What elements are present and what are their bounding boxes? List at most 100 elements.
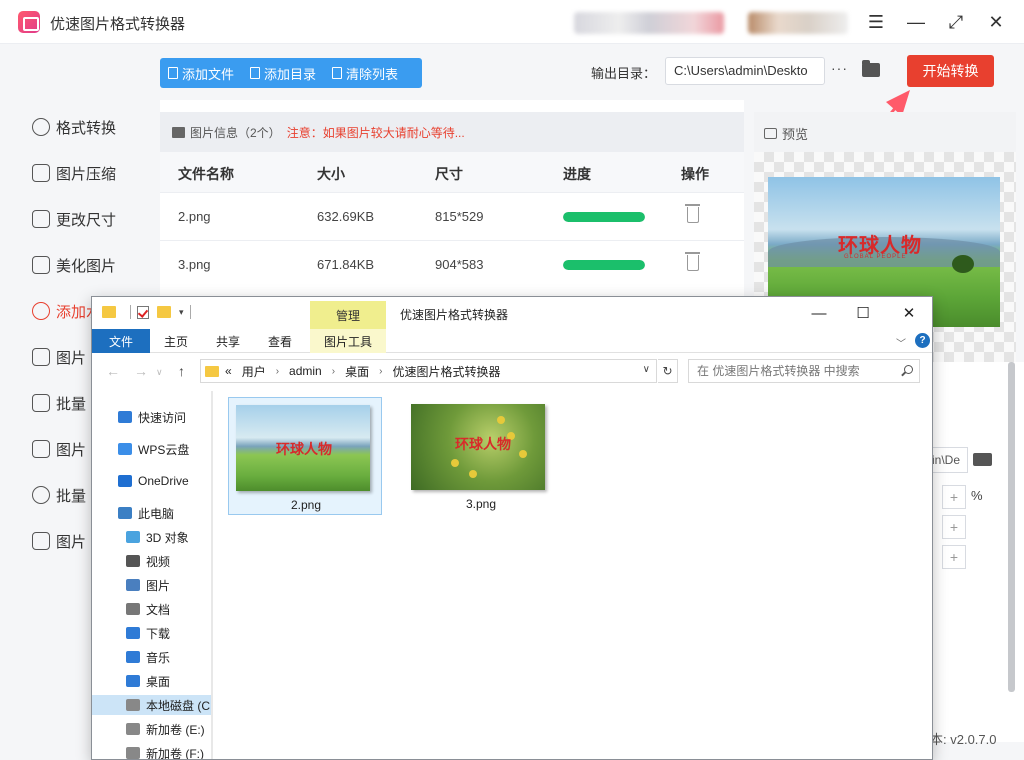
breadcrumb[interactable]: 桌面 [345, 363, 369, 380]
breadcrumb[interactable]: 优速图片格式转换器 [392, 363, 500, 380]
more-button[interactable]: ··· [831, 60, 848, 76]
sidebar-item-beautify[interactable]: 美化图片 [32, 253, 116, 277]
add-directory-button[interactable]: 添加目录 [242, 58, 324, 88]
nav-item[interactable]: 新加卷 (E:) [126, 719, 205, 739]
folder-icon[interactable] [102, 306, 116, 318]
increment-button[interactable]: + [942, 515, 966, 539]
tab-picture-tools[interactable]: 图片工具 [310, 329, 386, 353]
refresh-icon[interactable]: ↻ [658, 359, 678, 383]
file-item[interactable]: 环球人物 2.png [228, 397, 382, 515]
close-button[interactable]: ✕ [982, 8, 1010, 36]
col-action: 操作 [681, 166, 709, 182]
nav-item[interactable]: 下载 [126, 623, 170, 643]
address-row: ← → ∨ ↑ « 用户 › admin › 桌面 › 优速图片格式转换器 ∨ … [92, 353, 932, 391]
folder-icon[interactable] [973, 453, 992, 466]
minimize-button[interactable]: — [804, 301, 834, 325]
manage-tab[interactable]: 管理 [310, 301, 386, 329]
new-folder-icon[interactable] [157, 306, 171, 318]
clear-list-button[interactable]: 清除列表 [324, 58, 406, 88]
increment-button[interactable]: + [942, 485, 966, 509]
desktop-icon [126, 675, 140, 687]
version-label: 本: v2.0.7.0 [930, 732, 997, 747]
ribbon-tabs: 文件 主页 共享 查看 图片工具 ﹀ ? [92, 329, 932, 353]
nav-item[interactable]: 新加卷 (F:) [126, 743, 204, 759]
disk-icon [126, 747, 140, 759]
address-bar[interactable]: « 用户 › admin › 桌面 › 优速图片格式转换器 ∨ [200, 359, 657, 383]
blurred-user-info [574, 12, 724, 34]
file-name: 2.png [290, 498, 322, 512]
breadcrumb[interactable]: 用户 [242, 363, 266, 380]
close-button[interactable]: ✕ [894, 301, 924, 325]
nav-item[interactable]: 桌面 [126, 671, 170, 691]
tab-share[interactable]: 共享 [208, 329, 248, 353]
quick-access-toolbar: ▾ [102, 305, 197, 319]
sidebar-item-batch-rotate[interactable]: 批量 [32, 483, 86, 507]
nav-item[interactable]: 本地磁盘 (C [92, 695, 212, 715]
search-icon[interactable] [904, 365, 913, 374]
watermark-path-input[interactable]: in\De [930, 447, 968, 473]
search-input[interactable]: 在 优速图片格式转换器 中搜索 [688, 359, 920, 383]
table-row[interactable]: 3.png 671.84KB 904*583 [160, 240, 744, 288]
file-dimensions: 904*583 [435, 257, 484, 272]
sidebar-item-resize[interactable]: 更改尺寸 [32, 207, 116, 231]
file-toolbar: 添加文件 添加目录 清除列表 [160, 58, 422, 88]
nav-item[interactable]: 此电脑 [118, 503, 174, 523]
maximize-button[interactable]: ⤢ [942, 8, 970, 36]
minimize-button[interactable]: — [902, 8, 930, 36]
app-logo-icon [18, 11, 40, 33]
settings-scrollbar[interactable] [1008, 362, 1015, 692]
table-row[interactable]: 2.png 632.69KB 815*529 [160, 192, 744, 240]
sidebar-item-batch-edit[interactable]: 批量 [32, 391, 86, 415]
col-progress: 进度 [563, 166, 591, 182]
percent-unit: % [971, 488, 983, 503]
progress-bar [563, 212, 645, 222]
navigation-scrollbar[interactable] [211, 391, 213, 759]
nav-item[interactable]: 3D 对象 [126, 527, 189, 547]
onedrive-icon [118, 475, 132, 487]
nav-item[interactable]: 文档 [126, 599, 170, 619]
increment-button[interactable]: + [942, 545, 966, 569]
app-title: 优速图片格式转换器 [50, 16, 186, 33]
disk-icon [126, 723, 140, 735]
chevron-down-icon[interactable]: ▾ [179, 307, 184, 318]
merge-icon [32, 532, 50, 550]
nav-item[interactable]: 图片 [126, 575, 170, 595]
file-size: 671.84KB [317, 257, 375, 272]
sidebar-item-crop[interactable]: 图片 [32, 345, 86, 369]
explorer-title: 优速图片格式转换器 [400, 308, 509, 322]
title-bar: 优速图片格式转换器 ☰ — ⤢ ✕ [0, 0, 1024, 44]
nav-item[interactable]: 快速访问 [118, 407, 186, 427]
nav-item[interactable]: 音乐 [126, 647, 170, 667]
help-icon[interactable]: ? [915, 333, 930, 348]
nav-item[interactable]: 视频 [126, 551, 170, 571]
maximize-button[interactable]: ☐ [848, 301, 878, 325]
sidebar-item-compress[interactable]: 图片压缩 [32, 161, 116, 185]
tab-file[interactable]: 文件 [92, 329, 150, 353]
delete-icon[interactable] [685, 252, 700, 271]
output-dir-label: 输出目录： [591, 66, 657, 81]
convert-icon [32, 118, 50, 136]
open-folder-icon[interactable] [862, 60, 880, 77]
sidebar-item-split[interactable]: 图片 [32, 437, 86, 461]
menu-icon[interactable]: ☰ [862, 8, 890, 36]
forward-icon[interactable]: → [134, 363, 148, 379]
nav-item[interactable]: WPS云盘 [118, 439, 189, 459]
disk-icon [126, 699, 140, 711]
col-name: 文件名称 [178, 166, 234, 182]
progress-bar [563, 260, 645, 270]
properties-icon[interactable] [137, 305, 149, 319]
add-file-button[interactable]: 添加文件 [160, 58, 242, 88]
recent-dropdown-icon[interactable]: ∨ [156, 367, 163, 378]
back-icon[interactable]: ← [106, 363, 120, 379]
chevron-down-icon[interactable]: ∨ [643, 364, 650, 375]
chevron-down-icon[interactable]: ﹀ [896, 335, 906, 350]
delete-icon[interactable] [685, 204, 700, 223]
tab-home[interactable]: 主页 [156, 329, 196, 353]
sidebar-item-format-convert[interactable]: 格式转换 [32, 115, 116, 139]
tab-view[interactable]: 查看 [260, 329, 300, 353]
sidebar-item-merge[interactable]: 图片 [32, 529, 86, 553]
up-icon[interactable]: ↑ [178, 363, 185, 379]
breadcrumb[interactable]: admin [289, 364, 322, 378]
nav-item[interactable]: OneDrive [118, 471, 189, 491]
file-item[interactable]: 环球人物 3.png [404, 397, 558, 515]
